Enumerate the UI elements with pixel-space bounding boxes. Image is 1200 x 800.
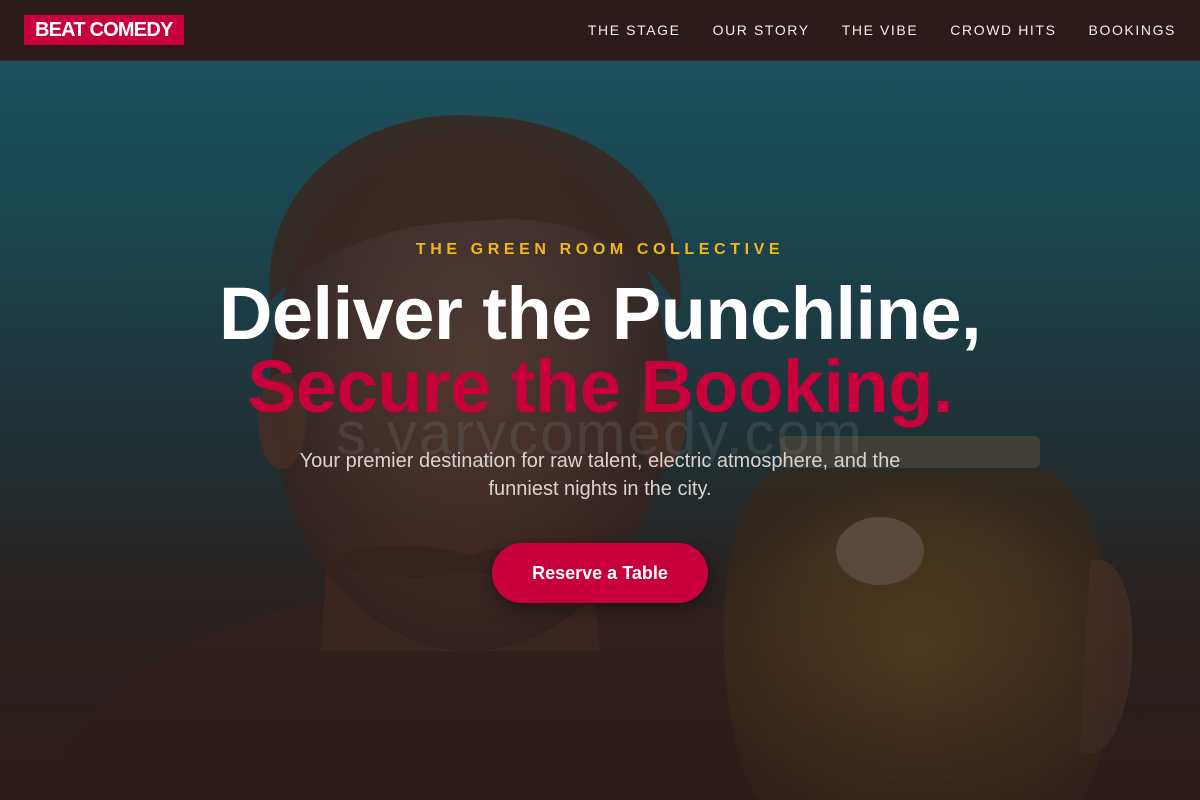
site-logo[interactable]: BEAT COMEDY [24, 15, 184, 45]
hero-headline: Deliver the Punchline, Secure the Bookin… [0, 272, 1200, 428]
nav-item-bookings[interactable]: BOOKINGS [1089, 22, 1176, 38]
site-header: BEAT COMEDY THE STAGE OUR STORY THE VIBE… [0, 0, 1200, 61]
hero-tagline: Your premier destination for raw talent,… [299, 450, 901, 500]
headline-line-2: Secure the Booking. [247, 345, 953, 428]
main-nav: THE STAGE OUR STORY THE VIBE CROWD HITS … [588, 22, 1176, 38]
hero-content: s.varycomedy.com THE GREEN ROOM COLLECTI… [0, 61, 1200, 800]
reserve-table-button[interactable]: Reserve a Table [492, 543, 708, 603]
nav-item-our-story[interactable]: OUR STORY [713, 22, 810, 38]
nav-item-the-vibe[interactable]: THE VIBE [842, 22, 919, 38]
hero-section: s.varycomedy.com THE GREEN ROOM COLLECTI… [0, 61, 1200, 800]
headline-line-1: Deliver the Punchline, [218, 272, 982, 355]
hero-eyebrow: THE GREEN ROOM COLLECTIVE [415, 241, 785, 258]
nav-item-the-stage[interactable]: THE STAGE [588, 22, 681, 38]
nav-item-crowd-hits[interactable]: CROWD HITS [950, 22, 1056, 38]
